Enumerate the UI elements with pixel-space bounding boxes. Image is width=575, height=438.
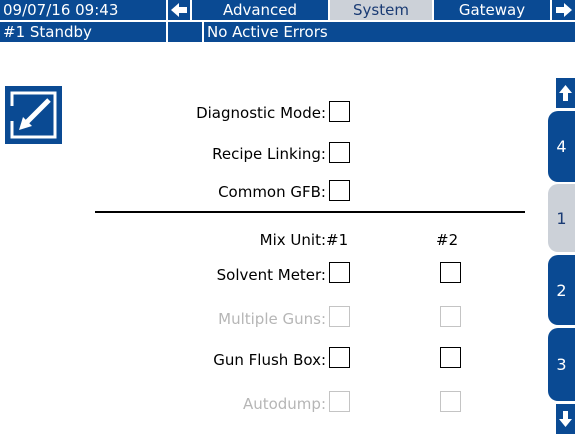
solvent-meter-unit1-checkbox[interactable]: [329, 262, 350, 283]
common-gfb-checkbox[interactable]: [329, 180, 350, 201]
mix-unit-2-header: #2: [436, 231, 459, 249]
system-status: #1 Standby: [0, 22, 166, 42]
prev-tab-button[interactable]: [168, 0, 190, 20]
tab-gateway[interactable]: Gateway: [434, 0, 550, 20]
side-tab-page-3[interactable]: 3: [548, 328, 575, 401]
diagnostic-mode-checkbox[interactable]: [329, 101, 350, 122]
page-up-button[interactable]: [556, 78, 575, 108]
left-arrow-icon: [171, 3, 187, 17]
datetime: 09/07/16 09:43: [0, 0, 166, 20]
edit-icon: [8, 91, 57, 139]
multiple-guns-label: Multiple Guns:: [218, 310, 326, 328]
autodump-label: Autodump:: [242, 395, 326, 413]
right-arrow-icon: [556, 3, 572, 17]
solvent-meter-label: Solvent Meter:: [216, 266, 326, 284]
mix-unit-1-header: #1: [326, 231, 349, 249]
up-arrow-icon: [559, 85, 572, 101]
diagnostic-mode-label: Diagnostic Mode:: [196, 104, 326, 122]
next-tab-button[interactable]: [552, 0, 575, 20]
error-status: No Active Errors: [204, 22, 575, 42]
autodump-unit2-checkbox: [440, 391, 461, 412]
mix-unit-label: Mix Unit:: [259, 231, 326, 249]
side-tab-page-2[interactable]: 2: [548, 255, 575, 325]
down-arrow-icon: [559, 411, 572, 427]
recipe-linking-checkbox[interactable]: [329, 142, 350, 163]
common-gfb-label: Common GFB:: [218, 183, 326, 201]
tab-advanced[interactable]: Advanced: [192, 0, 328, 20]
multiple-guns-unit2-checkbox: [440, 306, 461, 327]
section-divider: [95, 211, 525, 213]
solvent-meter-unit2-checkbox[interactable]: [440, 262, 461, 283]
tab-system[interactable]: System: [330, 0, 432, 20]
side-tab-page-1[interactable]: 1: [548, 184, 575, 252]
recipe-linking-label: Recipe Linking:: [212, 145, 326, 163]
multiple-guns-unit1-checkbox: [329, 306, 350, 327]
gun-flush-box-unit1-checkbox[interactable]: [329, 347, 350, 368]
edit-button[interactable]: [5, 86, 62, 144]
gun-flush-box-unit2-checkbox[interactable]: [440, 347, 461, 368]
autodump-unit1-checkbox: [329, 391, 350, 412]
gun-flush-box-label: Gun Flush Box:: [213, 351, 326, 369]
side-tab-page-4[interactable]: 4: [548, 111, 575, 182]
status-spacer: [168, 22, 202, 42]
page-down-button[interactable]: [556, 404, 575, 434]
